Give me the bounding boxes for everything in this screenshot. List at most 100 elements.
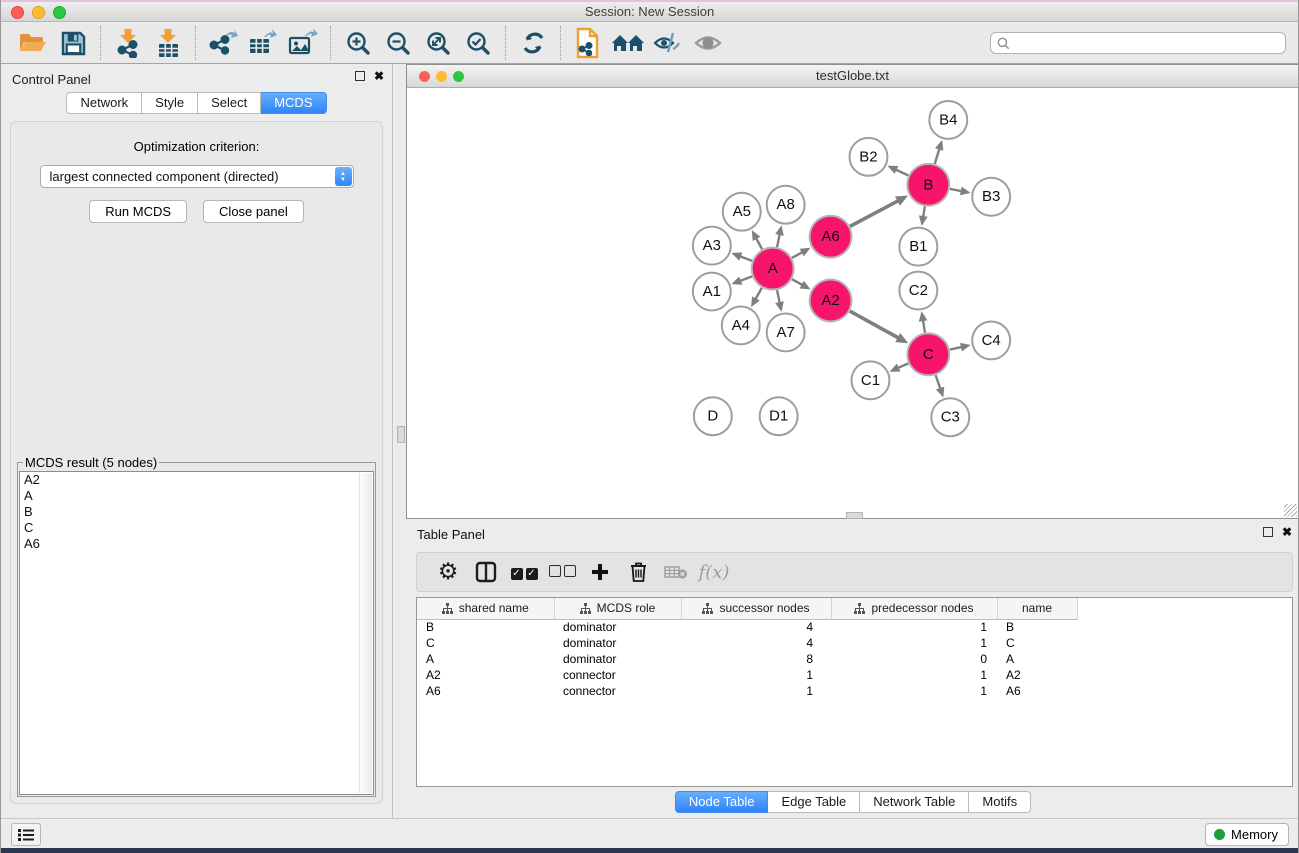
- refresh-view-button[interactable]: [513, 25, 553, 61]
- cell-mcds-role[interactable]: dominator: [554, 635, 681, 651]
- cell-successor-nodes[interactable]: 4: [681, 619, 831, 635]
- close-view-button[interactable]: [419, 71, 430, 82]
- graph-node-B2[interactable]: B2: [850, 138, 888, 176]
- graph-edge-A-A1[interactable]: [740, 276, 752, 281]
- tab-edge-table[interactable]: Edge Table: [768, 791, 860, 813]
- graph-node-B1[interactable]: B1: [899, 228, 937, 266]
- minimize-view-button[interactable]: [436, 71, 447, 82]
- run-mcds-button[interactable]: Run MCDS: [89, 200, 187, 223]
- cell-predecessor-nodes[interactable]: 1: [831, 683, 997, 699]
- column-header-name[interactable]: name: [997, 598, 1077, 619]
- graph-node-A6[interactable]: A6: [810, 216, 852, 258]
- mcds-result-item[interactable]: C: [20, 520, 373, 536]
- graph-node-A8[interactable]: A8: [767, 186, 805, 224]
- graph-node-A1[interactable]: A1: [693, 273, 731, 311]
- cell-predecessor-nodes[interactable]: 1: [831, 635, 997, 651]
- cyndex-import-button[interactable]: [568, 25, 608, 61]
- column-header-successor-nodes[interactable]: successor nodes: [681, 598, 831, 619]
- graph-node-A5[interactable]: A5: [723, 193, 761, 231]
- mcds-result-item[interactable]: A2: [20, 472, 373, 488]
- mcds-result-item[interactable]: A6: [20, 536, 373, 552]
- hide-detail-button[interactable]: [648, 25, 688, 61]
- home-networks-button[interactable]: [608, 25, 648, 61]
- table-row[interactable]: A6connector11A6: [417, 683, 1077, 699]
- split-view-button[interactable]: [467, 555, 505, 589]
- graph-edge-C-C1[interactable]: [898, 363, 909, 368]
- horizontal-split-handle[interactable]: [846, 512, 863, 519]
- mcds-result-item[interactable]: A: [20, 488, 373, 504]
- import-network-button[interactable]: [108, 25, 148, 61]
- cell-shared-name[interactable]: A6: [417, 683, 554, 699]
- function-builder-button[interactable]: f(x): [695, 555, 733, 589]
- add-column-button[interactable]: [581, 555, 619, 589]
- resize-grip-icon[interactable]: [1284, 504, 1297, 517]
- graph-node-B4[interactable]: B4: [929, 101, 967, 139]
- tab-network-table[interactable]: Network Table: [860, 791, 969, 813]
- cell-predecessor-nodes[interactable]: 1: [831, 667, 997, 683]
- graph-edge-A-A5[interactable]: [756, 238, 762, 249]
- column-header-mcds-role[interactable]: MCDS role: [554, 598, 681, 619]
- deselect-all-columns-button[interactable]: [543, 555, 581, 589]
- table-row[interactable]: Adominator80A: [417, 651, 1077, 667]
- float-panel-icon[interactable]: [355, 71, 365, 81]
- tab-network[interactable]: Network: [66, 92, 142, 114]
- cell-mcds-role[interactable]: connector: [554, 683, 681, 699]
- export-network-button[interactable]: [203, 25, 243, 61]
- column-header-shared-name[interactable]: shared name: [417, 598, 554, 619]
- delete-column-button[interactable]: [619, 555, 657, 589]
- table-row[interactable]: A2connector11A2: [417, 667, 1077, 683]
- zoom-fit-button[interactable]: [418, 25, 458, 61]
- import-table-button[interactable]: [148, 25, 188, 61]
- graph-node-A[interactable]: A: [752, 248, 794, 290]
- export-table-button[interactable]: [243, 25, 283, 61]
- criterion-select[interactable]: largest connected component (directed) ▲…: [40, 165, 354, 188]
- cell-name[interactable]: C: [997, 635, 1077, 651]
- cell-mcds-role[interactable]: connector: [554, 667, 681, 683]
- tab-style[interactable]: Style: [142, 92, 198, 114]
- cell-shared-name[interactable]: B: [417, 619, 554, 635]
- graph-node-A7[interactable]: A7: [767, 313, 805, 351]
- delete-table-button[interactable]: [657, 555, 695, 589]
- table-settings-button[interactable]: ⚙: [429, 555, 467, 589]
- search-input[interactable]: [1010, 36, 1279, 50]
- memory-button[interactable]: Memory: [1205, 823, 1289, 846]
- graph-edge-A-A7[interactable]: [777, 290, 780, 303]
- graph-node-B[interactable]: B: [907, 164, 949, 206]
- graph-edge-A-A4[interactable]: [755, 288, 762, 300]
- cell-mcds-role[interactable]: dominator: [554, 651, 681, 667]
- show-overview-button[interactable]: [688, 25, 728, 61]
- graph-edge-A-A6[interactable]: [792, 252, 803, 258]
- save-session-button[interactable]: [53, 25, 93, 61]
- table-row[interactable]: Bdominator41B: [417, 619, 1077, 635]
- graph-edge-A-A3[interactable]: [740, 256, 752, 261]
- graph-node-A2[interactable]: A2: [810, 280, 852, 322]
- task-history-button[interactable]: [11, 823, 41, 846]
- graph-node-D[interactable]: D: [694, 397, 732, 435]
- graph-node-C3[interactable]: C3: [931, 398, 969, 436]
- graph-node-C[interactable]: C: [907, 333, 949, 375]
- float-table-panel-icon[interactable]: [1263, 527, 1273, 537]
- graph-node-B3[interactable]: B3: [972, 178, 1010, 216]
- graph-node-A4[interactable]: A4: [722, 306, 760, 344]
- tab-motifs[interactable]: Motifs: [969, 791, 1031, 813]
- cell-name[interactable]: A: [997, 651, 1077, 667]
- graph-edge-B-B4[interactable]: [935, 149, 940, 164]
- cell-successor-nodes[interactable]: 4: [681, 635, 831, 651]
- cell-shared-name[interactable]: A2: [417, 667, 554, 683]
- minimize-window-button[interactable]: [32, 6, 45, 19]
- close-window-button[interactable]: [11, 6, 24, 19]
- column-header-predecessor-nodes[interactable]: predecessor nodes: [831, 598, 997, 619]
- graph-edge-B-B3[interactable]: [950, 189, 962, 191]
- export-image-button[interactable]: [283, 25, 323, 61]
- mcds-result-item[interactable]: B: [20, 504, 373, 520]
- open-session-button[interactable]: [13, 25, 53, 61]
- graph-edge-C-C3[interactable]: [936, 375, 941, 389]
- cell-shared-name[interactable]: C: [417, 635, 554, 651]
- graph-node-D1[interactable]: D1: [760, 397, 798, 435]
- close-panel-button[interactable]: Close panel: [203, 200, 304, 223]
- graph-edge-A-A2[interactable]: [792, 279, 803, 285]
- graph-edge-A2-C[interactable]: [850, 311, 899, 338]
- cell-successor-nodes[interactable]: 1: [681, 683, 831, 699]
- vertical-split-handle[interactable]: [397, 426, 405, 443]
- graph-node-C1[interactable]: C1: [852, 361, 890, 399]
